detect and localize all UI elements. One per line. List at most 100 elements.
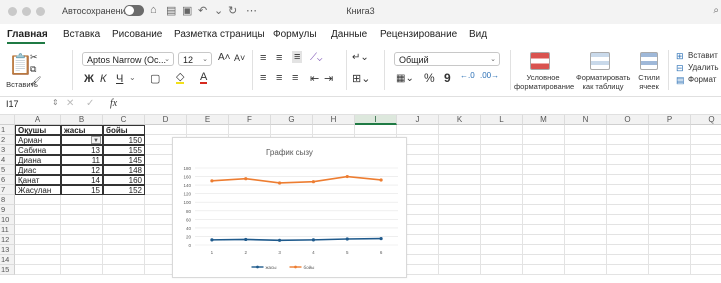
row-header-3[interactable]: 3 <box>0 145 15 155</box>
cell-k5[interactable] <box>439 165 481 175</box>
cell-q5[interactable] <box>691 165 721 175</box>
column-header-q[interactable]: Q <box>691 115 721 125</box>
cell-m2[interactable] <box>523 135 565 145</box>
font-color-icon[interactable]: A <box>200 72 208 84</box>
decrease-decimal-icon[interactable]: .00→ <box>480 71 499 80</box>
paste-button-label[interactable]: Вставить <box>4 80 40 89</box>
cell-q2[interactable] <box>691 135 721 145</box>
cell-m4[interactable] <box>523 155 565 165</box>
cell-p9[interactable] <box>649 205 691 215</box>
row-header-9[interactable]: 9 <box>0 205 15 215</box>
cell-a13[interactable] <box>15 245 61 255</box>
cell-k11[interactable] <box>439 225 481 235</box>
cell-o4[interactable] <box>607 155 649 165</box>
cell-m6[interactable] <box>523 175 565 185</box>
cell-c10[interactable] <box>103 215 145 225</box>
row-header-5[interactable]: 5 <box>0 165 15 175</box>
cell-p8[interactable] <box>649 195 691 205</box>
format-table-button[interactable]: Форматировать как таблицу <box>576 73 630 91</box>
cell-q14[interactable] <box>691 255 721 265</box>
tab-review[interactable]: Рецензирование <box>380 29 457 40</box>
cell-b3[interactable]: 13 <box>61 145 103 155</box>
cell-n15[interactable] <box>565 265 607 275</box>
cell-n9[interactable] <box>565 205 607 215</box>
column-header-p[interactable]: P <box>649 115 691 125</box>
align-right-icon[interactable]: ≡ <box>292 72 298 84</box>
cell-a12[interactable] <box>15 235 61 245</box>
cell-k3[interactable] <box>439 145 481 155</box>
cell-m11[interactable] <box>523 225 565 235</box>
cell-n7[interactable] <box>565 185 607 195</box>
cell-a2[interactable]: Арман <box>15 135 61 145</box>
cell-c12[interactable] <box>103 235 145 245</box>
cell-q4[interactable] <box>691 155 721 165</box>
cell-a1[interactable]: Оқушы <box>15 125 61 135</box>
cell-styles-icon[interactable] <box>640 52 658 70</box>
cut-icon[interactable]: ✂ <box>30 52 38 63</box>
cell-l12[interactable] <box>481 235 523 245</box>
row-header-2[interactable]: 2 <box>0 135 15 145</box>
column-header-f[interactable]: F <box>229 115 271 125</box>
cell-p1[interactable] <box>649 125 691 135</box>
cell-c11[interactable] <box>103 225 145 235</box>
column-header-o[interactable]: O <box>607 115 649 125</box>
cell-c8[interactable] <box>103 195 145 205</box>
cell-q12[interactable] <box>691 235 721 245</box>
cell-m12[interactable] <box>523 235 565 245</box>
row-header-12[interactable]: 12 <box>0 235 15 245</box>
cell-o14[interactable] <box>607 255 649 265</box>
cell-l8[interactable] <box>481 195 523 205</box>
cell-a9[interactable] <box>15 205 61 215</box>
tab-home[interactable]: Главная <box>7 29 48 40</box>
cell-n2[interactable] <box>565 135 607 145</box>
underline-dropdown-icon[interactable]: ⌄ <box>129 73 136 82</box>
format-cells-icon[interactable]: ▤ <box>676 75 685 86</box>
cell-l9[interactable] <box>481 205 523 215</box>
cell-b13[interactable] <box>61 245 103 255</box>
cell-m15[interactable] <box>523 265 565 275</box>
conditional-format-button[interactable]: Условное форматирование <box>514 73 574 91</box>
cell-o12[interactable] <box>607 235 649 245</box>
delete-cells-button[interactable]: Удалить <box>688 63 719 72</box>
font-name-select[interactable]: Aptos Narrow (Ос... ⌄ <box>82 52 174 66</box>
cell-b9[interactable] <box>61 205 103 215</box>
cell-b6[interactable]: 14 <box>61 175 103 185</box>
cell-p7[interactable] <box>649 185 691 195</box>
cell-k10[interactable] <box>439 215 481 225</box>
row-header-4[interactable]: 4 <box>0 155 15 165</box>
cell-dropdown-icon[interactable]: ▼ <box>91 136 101 144</box>
cell-l4[interactable] <box>481 155 523 165</box>
cell-i1[interactable] <box>355 125 397 135</box>
increase-indent-icon[interactable]: ⇥ <box>324 72 333 85</box>
cell-o13[interactable] <box>607 245 649 255</box>
cell-a7[interactable]: Жасулан <box>15 185 61 195</box>
increase-font-icon[interactable]: A˄ <box>218 52 231 63</box>
cell-p3[interactable] <box>649 145 691 155</box>
column-header-j[interactable]: J <box>397 115 439 125</box>
cell-c2[interactable]: 150 <box>103 135 145 145</box>
cell-p15[interactable] <box>649 265 691 275</box>
cell-m3[interactable] <box>523 145 565 155</box>
align-left-icon[interactable]: ≡ <box>260 72 266 84</box>
cell-c5[interactable]: 148 <box>103 165 145 175</box>
cell-a8[interactable] <box>15 195 61 205</box>
column-header-e[interactable]: E <box>187 115 229 125</box>
cell-d1[interactable] <box>145 125 187 135</box>
insert-cells-button[interactable]: Вставит <box>688 51 718 60</box>
row-header-11[interactable]: 11 <box>0 225 15 235</box>
cell-c7[interactable]: 152 <box>103 185 145 195</box>
cell-p14[interactable] <box>649 255 691 265</box>
row-header-8[interactable]: 8 <box>0 195 15 205</box>
cell-b15[interactable] <box>61 265 103 275</box>
column-header-g[interactable]: G <box>271 115 313 125</box>
cell-l5[interactable] <box>481 165 523 175</box>
cell-q1[interactable] <box>691 125 721 135</box>
cell-p5[interactable] <box>649 165 691 175</box>
font-size-select[interactable]: 12 ⌄ <box>178 52 212 66</box>
cell-a14[interactable] <box>15 255 61 265</box>
cell-o10[interactable] <box>607 215 649 225</box>
delete-cells-icon[interactable]: ⊟ <box>676 63 684 74</box>
column-header-i[interactable]: I <box>355 115 397 125</box>
cell-n8[interactable] <box>565 195 607 205</box>
cell-q3[interactable] <box>691 145 721 155</box>
